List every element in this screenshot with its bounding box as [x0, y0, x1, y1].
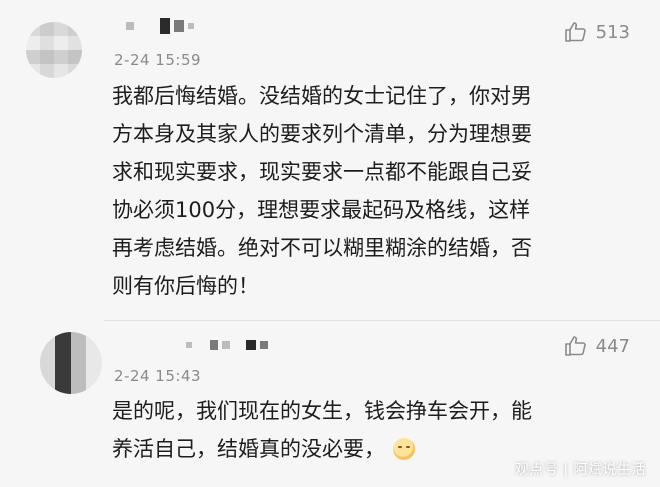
thumbs-up-icon [564, 22, 586, 42]
username-redacted[interactable] [126, 18, 194, 34]
comment-item: 2-24 15:59 513 我都后悔结婚。没结婚的女士记住了，你对男 方本身及… [0, 0, 660, 320]
comment-timestamp: 2-24 15:59 [114, 51, 202, 69]
thumbs-up-icon [564, 336, 586, 356]
like-button[interactable]: 513 [564, 20, 630, 44]
like-count: 513 [595, 21, 630, 43]
avatar[interactable] [26, 22, 82, 78]
comment-text-content: 是的呢，我们现在的女生，钱会挣车会开，能 养活自己，结婚真的没必要， [112, 399, 532, 461]
avatar[interactable] [40, 332, 102, 394]
username-redacted[interactable] [186, 340, 268, 350]
like-count: 447 [595, 335, 630, 357]
comment-text: 是的呢，我们现在的女生，钱会挣车会开，能 养活自己，结婚真的没必要， [112, 392, 632, 468]
comment-timestamp: 2-24 15:43 [114, 367, 202, 385]
comment-text: 我都后悔结婚。没结婚的女士记住了，你对男 方本身及其家人的要求列个清单，分为理想… [112, 84, 532, 298]
like-button[interactable]: 447 [564, 334, 630, 358]
smiling-face-emoji-icon [393, 438, 415, 460]
watermark: 观点号 | 阿斌说生活 [514, 462, 646, 478]
